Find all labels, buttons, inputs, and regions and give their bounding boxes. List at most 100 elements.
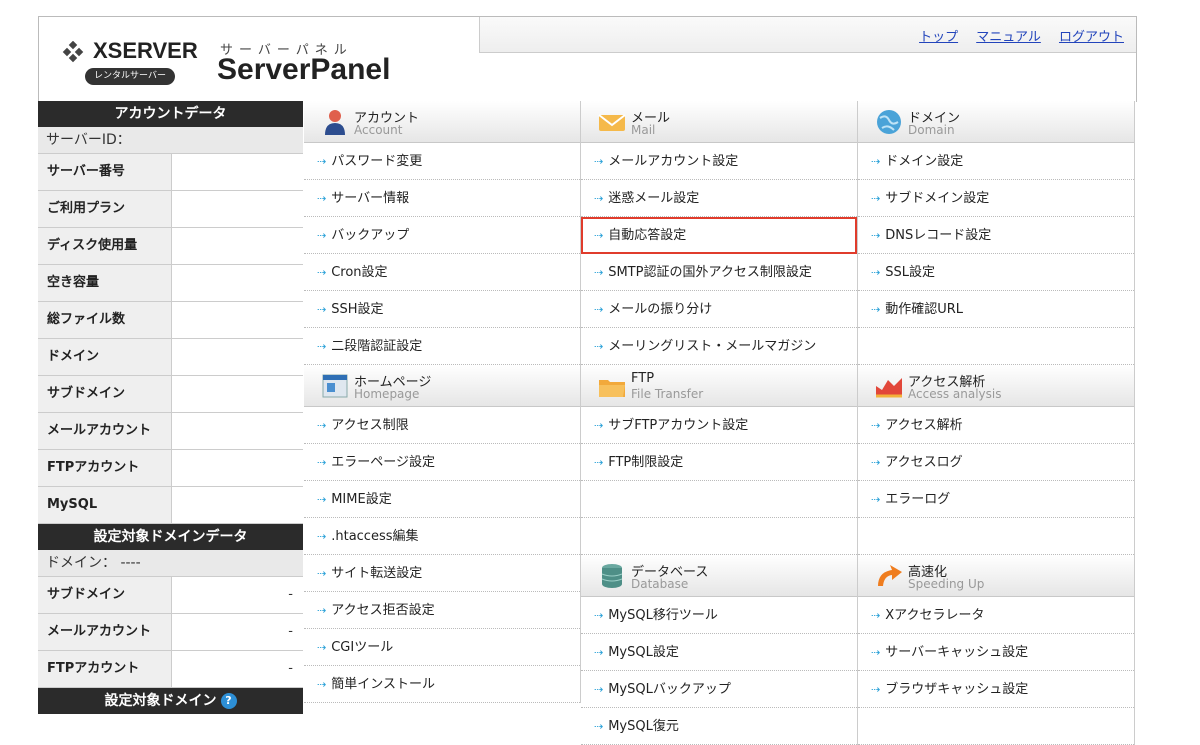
menu-item-label: アクセス制限 bbox=[331, 418, 409, 433]
menu-item-label: サーバー情報 bbox=[331, 191, 410, 206]
menu-item-mail[interactable]: ⇢ メーリングリスト・メールマガジン bbox=[581, 328, 857, 365]
menu-item-mail[interactable]: ⇢ 自動応答設定 bbox=[581, 217, 857, 254]
menu-item-homepage[interactable]: ⇢ サイト転送設定 bbox=[304, 555, 580, 592]
menu-item-homepage[interactable]: ⇢ 簡単インストール bbox=[304, 666, 580, 703]
menu-item-analysis[interactable]: ⇢ アクセス解析 bbox=[858, 407, 1134, 444]
menu-item-homepage[interactable]: ⇢ .htaccess編集 bbox=[304, 518, 580, 555]
database-icon bbox=[597, 562, 627, 590]
account-stat-value bbox=[172, 302, 303, 338]
menu-item-mail[interactable]: ⇢ 迷惑メール設定 bbox=[581, 180, 857, 217]
menu-item-ftp[interactable]: ⇢ FTP制限設定 bbox=[581, 444, 857, 481]
menu-empty-cell bbox=[581, 518, 857, 555]
category-header-account: アカウント Account bbox=[304, 101, 580, 143]
menu-item-database[interactable]: ⇢ MySQL設定 bbox=[581, 634, 857, 671]
menu-column-3: ドメイン Domain ⇢ ドメイン設定 ⇢ サブドメイン設定 ⇢ DNSレコード設定 ⇢ SSL… bbox=[858, 101, 1135, 745]
menu-item-label: パスワード変更 bbox=[331, 154, 423, 169]
menu-item-label: 簡単インストール bbox=[331, 677, 435, 692]
domain-stat-row: FTPアカウント - bbox=[38, 651, 303, 688]
domain-stat-value: - bbox=[288, 587, 293, 602]
menu-item-homepage[interactable]: ⇢ CGIツール bbox=[304, 629, 580, 666]
arrow-icon: ⇢ bbox=[317, 419, 327, 432]
account-stat-value bbox=[172, 339, 303, 375]
menu-item-account[interactable]: ⇢ 二段階認証設定 bbox=[304, 328, 580, 365]
menu-item-label: ドメイン設定 bbox=[885, 154, 964, 169]
logo[interactable]: XSERVER レンタルサーバー サーバーパネル ServerPanel bbox=[39, 17, 479, 102]
menu-item-mail[interactable]: ⇢ SMTP認証の国外アクセス制限設定 bbox=[581, 254, 857, 291]
account-stat-label: 総ファイル数 bbox=[38, 302, 172, 338]
menu-item-account[interactable]: ⇢ SSH設定 bbox=[304, 291, 580, 328]
menu-item-account[interactable]: ⇢ Cron設定 bbox=[304, 254, 580, 291]
menu-empty-cell bbox=[858, 328, 1134, 365]
menu-item-label: サーバーキャッシュ設定 bbox=[885, 645, 1029, 660]
menu-item-label: .htaccess編集 bbox=[331, 529, 419, 544]
menu-item-account[interactable]: ⇢ パスワード変更 bbox=[304, 143, 580, 180]
menu-item-database[interactable]: ⇢ MySQLバックアップ bbox=[581, 671, 857, 708]
arrow-icon: ⇢ bbox=[871, 303, 881, 316]
arrow-icon: ⇢ bbox=[594, 340, 604, 353]
menu-item-account[interactable]: ⇢ バックアップ bbox=[304, 217, 580, 254]
menu-item-domain[interactable]: ⇢ サブドメイン設定 bbox=[858, 180, 1134, 217]
menu-item-mail[interactable]: ⇢ メールアカウント設定 bbox=[581, 143, 857, 180]
category-subtitle: Database bbox=[631, 577, 689, 591]
menu-item-homepage[interactable]: ⇢ アクセス拒否設定 bbox=[304, 592, 580, 629]
menu-item-homepage[interactable]: ⇢ アクセス制限 bbox=[304, 407, 580, 444]
top-link[interactable]: トップ bbox=[919, 30, 958, 45]
menu-item-ftp[interactable]: ⇢ サブFTPアカウント設定 bbox=[581, 407, 857, 444]
arrow-icon: ⇢ bbox=[317, 641, 327, 654]
menu-item-homepage[interactable]: ⇢ エラーページ設定 bbox=[304, 444, 580, 481]
menu-item-domain[interactable]: ⇢ ドメイン設定 bbox=[858, 143, 1134, 180]
menu-item-label: メールアカウント設定 bbox=[608, 154, 739, 169]
arrow-icon: ⇢ bbox=[317, 340, 327, 353]
menu-item-label: 動作確認URL bbox=[885, 302, 964, 317]
xserver-logo-icon bbox=[62, 41, 84, 63]
target-domain-label: 設定対象ドメイン bbox=[104, 693, 217, 709]
account-stat-label: ご利用プラン bbox=[38, 191, 172, 227]
menu-item-domain[interactable]: ⇢ DNSレコード設定 bbox=[858, 217, 1134, 254]
category-subtitle: Access analysis bbox=[908, 387, 1002, 401]
account-stat-row: FTPアカウント bbox=[38, 450, 303, 487]
arrow-icon: ⇢ bbox=[594, 683, 604, 696]
logout-link[interactable]: ログアウト bbox=[1059, 30, 1124, 45]
arrow-icon: ⇢ bbox=[594, 303, 604, 316]
menu-column-2: メール Mail ⇢ メールアカウント設定 ⇢ 迷惑メール設定 ⇢ 自動応答設定 ⇢ SMTP認証… bbox=[581, 101, 858, 745]
menu-item-label: エラーページ設定 bbox=[331, 455, 435, 470]
arrow-icon: ⇢ bbox=[594, 192, 604, 205]
menu-item-database[interactable]: ⇢ MySQL復元 bbox=[581, 708, 857, 745]
menu-item-speed[interactable]: ⇢ Xアクセラレータ bbox=[858, 597, 1134, 634]
menu-item-domain[interactable]: ⇢ SSL設定 bbox=[858, 254, 1134, 291]
menu-item-analysis[interactable]: ⇢ アクセスログ bbox=[858, 444, 1134, 481]
menu-item-speed[interactable]: ⇢ サーバーキャッシュ設定 bbox=[858, 634, 1134, 671]
account-stat-label: メールアカウント bbox=[38, 413, 172, 449]
menu-item-homepage[interactable]: ⇢ MIME設定 bbox=[304, 481, 580, 518]
panel-title: ServerPanel bbox=[217, 53, 391, 86]
header: XSERVER レンタルサーバー サーバーパネル ServerPanel トップ… bbox=[38, 16, 1137, 102]
speed-icon bbox=[874, 562, 904, 590]
arrow-icon: ⇢ bbox=[871, 155, 881, 168]
menu-item-label: サブドメイン設定 bbox=[885, 191, 990, 206]
menu-item-label: エラーログ bbox=[885, 492, 951, 507]
menu-item-domain[interactable]: ⇢ 動作確認URL bbox=[858, 291, 1134, 328]
menu-item-database[interactable]: ⇢ MySQL移行ツール bbox=[581, 597, 857, 634]
domain-stat-row: メールアカウント - bbox=[38, 614, 303, 651]
menu-item-label: サイト転送設定 bbox=[331, 566, 423, 581]
menu-item-speed[interactable]: ⇢ ブラウザキャッシュ設定 bbox=[858, 671, 1134, 708]
menu-empty-cell bbox=[858, 708, 1134, 745]
server-id-label: サーバーID： bbox=[38, 127, 303, 154]
menu-item-label: MySQL設定 bbox=[608, 645, 679, 660]
menu-item-label: MIME設定 bbox=[331, 492, 392, 507]
arrow-icon: ⇢ bbox=[594, 720, 604, 733]
menu-item-label: SMTP認証の国外アクセス制限設定 bbox=[608, 265, 812, 280]
arrow-icon: ⇢ bbox=[871, 456, 881, 469]
category-subtitle: Homepage bbox=[354, 387, 420, 401]
category-title: FTP bbox=[631, 371, 655, 386]
menu-item-mail[interactable]: ⇢ メールの振り分け bbox=[581, 291, 857, 328]
menu-item-account[interactable]: ⇢ サーバー情報 bbox=[304, 180, 580, 217]
menu-item-analysis[interactable]: ⇢ エラーログ bbox=[858, 481, 1134, 518]
account-stat-value bbox=[172, 265, 303, 301]
menu-item-label: 二段階認証設定 bbox=[331, 339, 423, 354]
menu-empty-cell bbox=[858, 518, 1134, 555]
help-icon[interactable]: ? bbox=[220, 693, 237, 709]
manual-link[interactable]: マニュアル bbox=[976, 30, 1041, 45]
account-stat-value bbox=[172, 228, 303, 264]
arrow-icon: ⇢ bbox=[871, 192, 881, 205]
